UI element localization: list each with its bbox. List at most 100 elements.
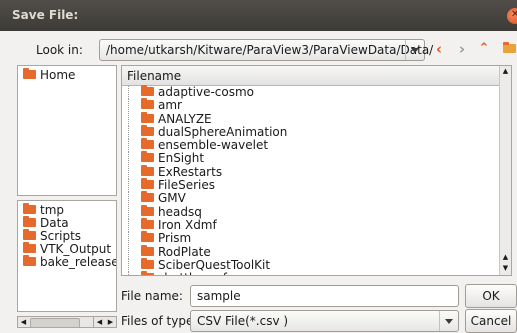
file-list-item[interactable]: ensemble-wavelet: [126, 138, 498, 153]
folder-icon: [23, 216, 36, 227]
up-arrow-icon[interactable]: ⌃: [476, 41, 492, 57]
scroll-left-icon[interactable]: ◀: [18, 317, 29, 327]
file-type-select[interactable]: CSV File(*.csv ): [190, 310, 459, 332]
recent-item-label: tmp: [40, 203, 65, 217]
file-list-item[interactable]: ANALYZE: [126, 111, 498, 126]
cancel-button[interactable]: Cancel: [465, 309, 517, 333]
chevron-down-icon[interactable]: [405, 40, 424, 60]
file-list-item-label: EnSight: [158, 151, 205, 166]
recent-item-label: Scripts: [40, 229, 82, 243]
scroll-up-icon[interactable]: ▲: [500, 66, 511, 76]
folder-icon: [141, 204, 154, 216]
file-list-item-label: RodPlate: [158, 244, 211, 259]
file-list-item-label: SciberQuestToolKit: [158, 257, 271, 272]
file-list-item[interactable]: SciberQuestToolKit: [126, 257, 498, 272]
file-list-item[interactable]: RodPlate: [126, 244, 498, 259]
tree-branch: [128, 139, 141, 153]
folder-icon: [141, 191, 154, 203]
recent-hscrollbar[interactable]: ◀ ◀ ▶: [17, 316, 117, 328]
file-type-label: Files of type:: [121, 314, 198, 328]
file-list-item-label: ExRestarts: [158, 164, 223, 179]
file-list-item-label: dualSphereAnimation: [158, 124, 288, 139]
tree-branch: [128, 205, 141, 219]
tree-branch: [128, 245, 141, 259]
file-list: Filename adaptive-cosmo amr ANALYZE dualSph…: [121, 65, 512, 276]
folder-icon: [141, 124, 154, 136]
file-list-item[interactable]: FileSeries: [126, 178, 498, 193]
scroll-up-icon[interactable]: ▲: [500, 252, 511, 262]
file-list-vscrollbar[interactable]: ▲ ▲ ▼: [499, 66, 511, 275]
favorites-item-home[interactable]: Home: [23, 68, 76, 82]
favorites-panel: Home: [17, 65, 117, 196]
tree-branch: [128, 86, 141, 99]
recent-item[interactable]: bake_releaseab: [23, 255, 116, 269]
tree-branch: [128, 99, 141, 113]
recent-item[interactable]: tmp: [23, 203, 116, 217]
ok-button[interactable]: OK: [465, 284, 517, 308]
scroll-left-icon[interactable]: ◀: [93, 317, 105, 327]
file-list-item[interactable]: Iron Xdmf: [126, 217, 498, 232]
folder-icon: [141, 231, 154, 243]
file-list-item-label: GMV: [158, 191, 186, 206]
file-list-item-label: ensemble-wavelet: [158, 138, 269, 153]
scroll-right-icon[interactable]: ▶: [105, 317, 116, 327]
file-list-item-label: shuttle-surf: [158, 271, 227, 275]
tree-branch: [128, 232, 141, 246]
file-list-item[interactable]: dualSphereAnimation: [126, 124, 498, 139]
file-list-item-label: ANALYZE: [158, 111, 212, 126]
file-list-item-label: adaptive-cosmo: [158, 85, 255, 99]
tree-branch: [128, 112, 141, 126]
folder-icon: [141, 178, 154, 190]
file-list-item-label: FileSeries: [158, 178, 215, 193]
recent-panel: tmp Data Scripts VTK_Output bake_release…: [17, 200, 117, 312]
folder-icon: [141, 257, 154, 269]
folder-icon: [23, 229, 36, 240]
folder-icon: [141, 138, 154, 150]
recent-item-label: VTK_Output: [40, 242, 112, 256]
file-list-item[interactable]: headsq: [126, 204, 498, 219]
title-bar: Save File:: [0, 0, 517, 31]
file-list-item[interactable]: EnSight: [126, 151, 498, 166]
file-list-item-label: Iron Xdmf: [158, 217, 217, 232]
file-list-item-label: amr: [158, 98, 182, 113]
file-list-item[interactable]: Prism: [126, 231, 498, 246]
recent-item-label: Data: [40, 216, 69, 230]
look-in-combo[interactable]: /home/utkarsh/Kitware/ParaView3/ParaView…: [99, 39, 433, 61]
file-list-item[interactable]: shuttle-surf: [126, 271, 498, 275]
filename-column-header[interactable]: Filename: [122, 66, 511, 86]
folder-icon: [141, 271, 154, 275]
tree-branch: [128, 152, 141, 166]
folder-icon: [141, 151, 154, 163]
scroll-thumb[interactable]: [30, 318, 80, 328]
scroll-down-icon[interactable]: ▼: [500, 263, 511, 273]
chevron-left-icon[interactable]: ‹: [431, 41, 447, 57]
tree-branch: [128, 218, 141, 232]
file-list-item[interactable]: GMV: [126, 191, 498, 206]
file-list-item[interactable]: adaptive-cosmo: [126, 85, 498, 99]
tree-branch: [128, 258, 141, 272]
chevron-right-icon[interactable]: ›: [454, 41, 470, 57]
tree-branch: [128, 192, 141, 206]
new-folder-icon[interactable]: [501, 41, 517, 57]
folder-icon: [141, 244, 154, 256]
tree-branch: [128, 125, 141, 139]
file-name-label: File name:: [121, 289, 183, 303]
folder-icon: [23, 68, 36, 79]
folder-icon: [141, 98, 154, 110]
chevron-down-icon[interactable]: [439, 311, 458, 331]
folder-icon: [141, 111, 154, 123]
dialog-title: Save File:: [12, 8, 79, 22]
tree-branch: [128, 272, 141, 275]
file-list-item-label: headsq: [158, 204, 202, 219]
file-name-input[interactable]: sample: [190, 285, 459, 307]
close-icon[interactable]: [507, 8, 517, 24]
file-list-item[interactable]: ExRestarts: [126, 164, 498, 179]
tree-branch: [128, 165, 141, 179]
folder-icon: [23, 203, 36, 214]
file-list-item[interactable]: amr: [126, 98, 498, 113]
folder-icon: [141, 85, 154, 96]
favorites-item-label: Home: [40, 68, 76, 82]
tree-branch: [128, 179, 141, 193]
filename-header-label: Filename: [127, 69, 182, 83]
file-list-item-label: Prism: [158, 231, 192, 246]
